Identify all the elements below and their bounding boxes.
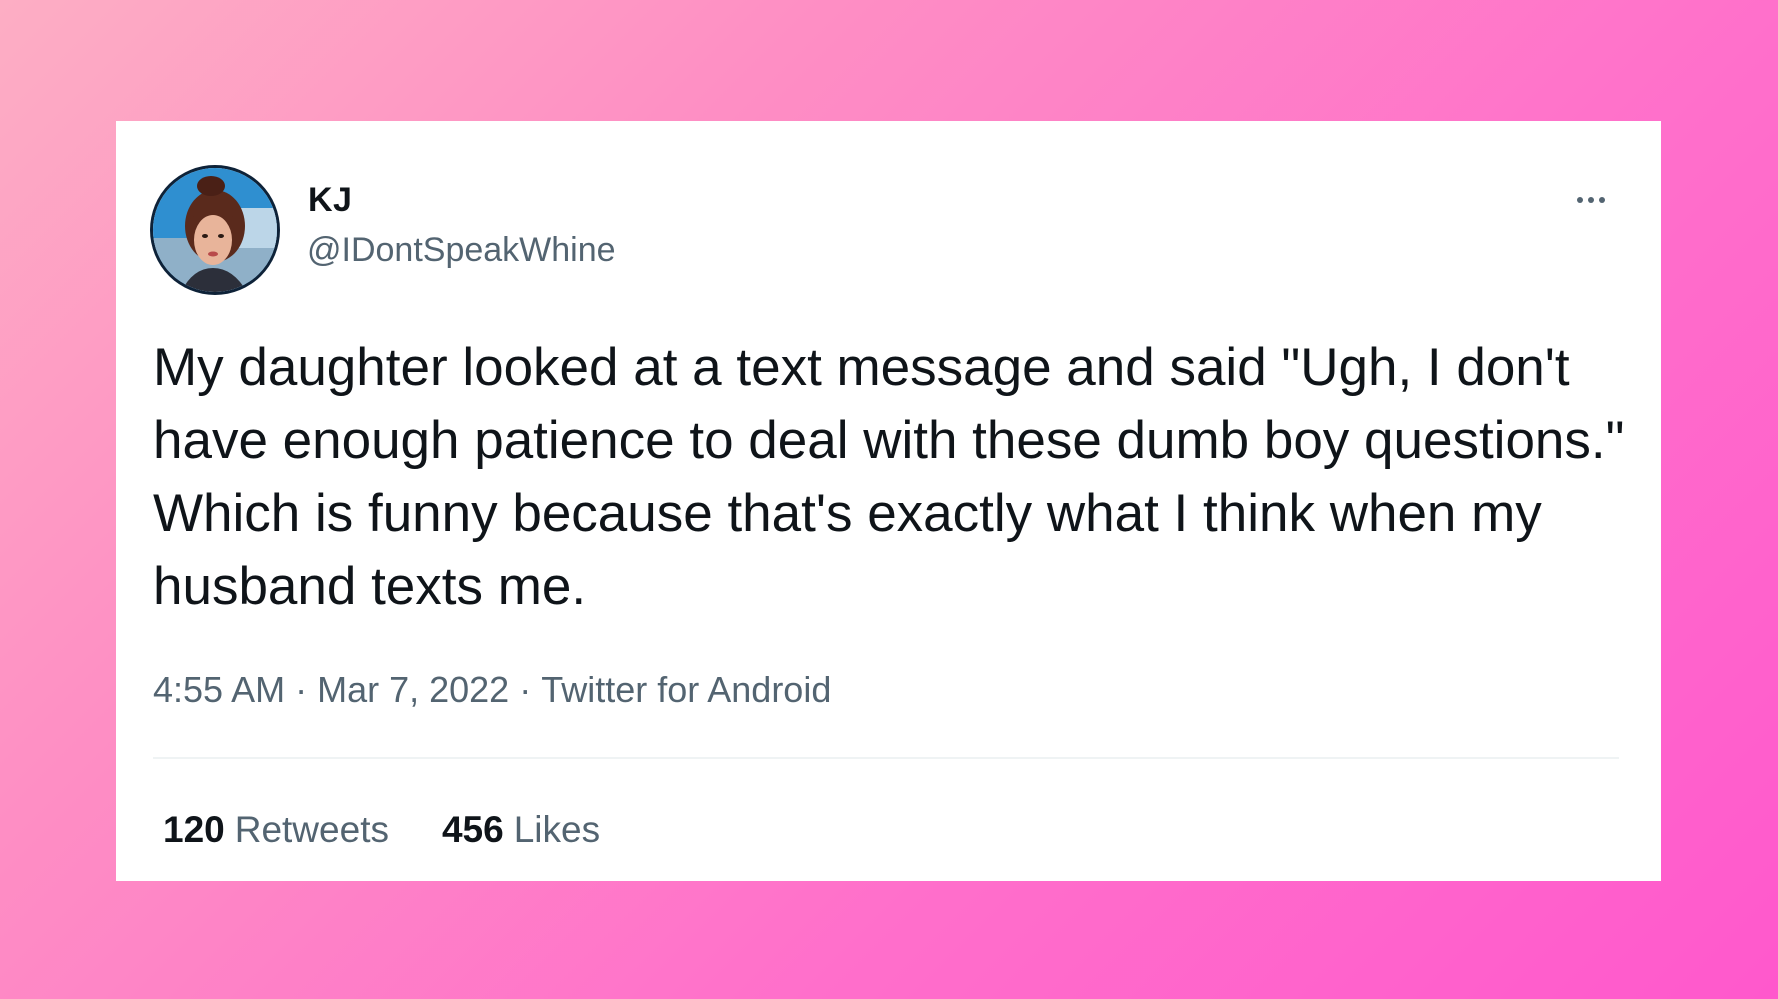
tweet-stats: 120 Retweets 456 Likes bbox=[163, 809, 600, 851]
retweets-stat[interactable]: 120 Retweets bbox=[163, 809, 389, 851]
avatar[interactable] bbox=[153, 168, 277, 292]
retweets-label: Retweets bbox=[234, 809, 389, 850]
tweet-date[interactable]: Mar 7, 2022 bbox=[317, 669, 509, 710]
likes-stat[interactable]: 456 Likes bbox=[442, 809, 600, 851]
meta-separator: · bbox=[519, 669, 532, 710]
retweets-count: 120 bbox=[163, 809, 225, 850]
more-horizontal-icon bbox=[1588, 197, 1594, 203]
tweet-text: My daughter looked at a text message and… bbox=[153, 338, 1625, 616]
more-horizontal-icon bbox=[1577, 197, 1583, 203]
likes-label: Likes bbox=[513, 809, 601, 850]
more-horizontal-icon bbox=[1599, 197, 1605, 203]
meta-separator: · bbox=[295, 669, 308, 710]
more-options-button[interactable] bbox=[1567, 185, 1615, 215]
author-display-name[interactable]: KJ bbox=[308, 181, 352, 220]
divider bbox=[153, 757, 1619, 759]
tweet-card: KJ @IDontSpeakWhine My daughter looked a… bbox=[116, 121, 1661, 881]
tweet-meta: 4:55 AM · Mar 7, 2022 · Twitter for Android bbox=[153, 669, 831, 711]
tweet-source[interactable]: Twitter for Android bbox=[541, 669, 831, 710]
tweet-time[interactable]: 4:55 AM bbox=[153, 669, 285, 710]
likes-count: 456 bbox=[441, 809, 504, 850]
author-handle[interactable]: @IDontSpeakWhine bbox=[307, 231, 616, 270]
